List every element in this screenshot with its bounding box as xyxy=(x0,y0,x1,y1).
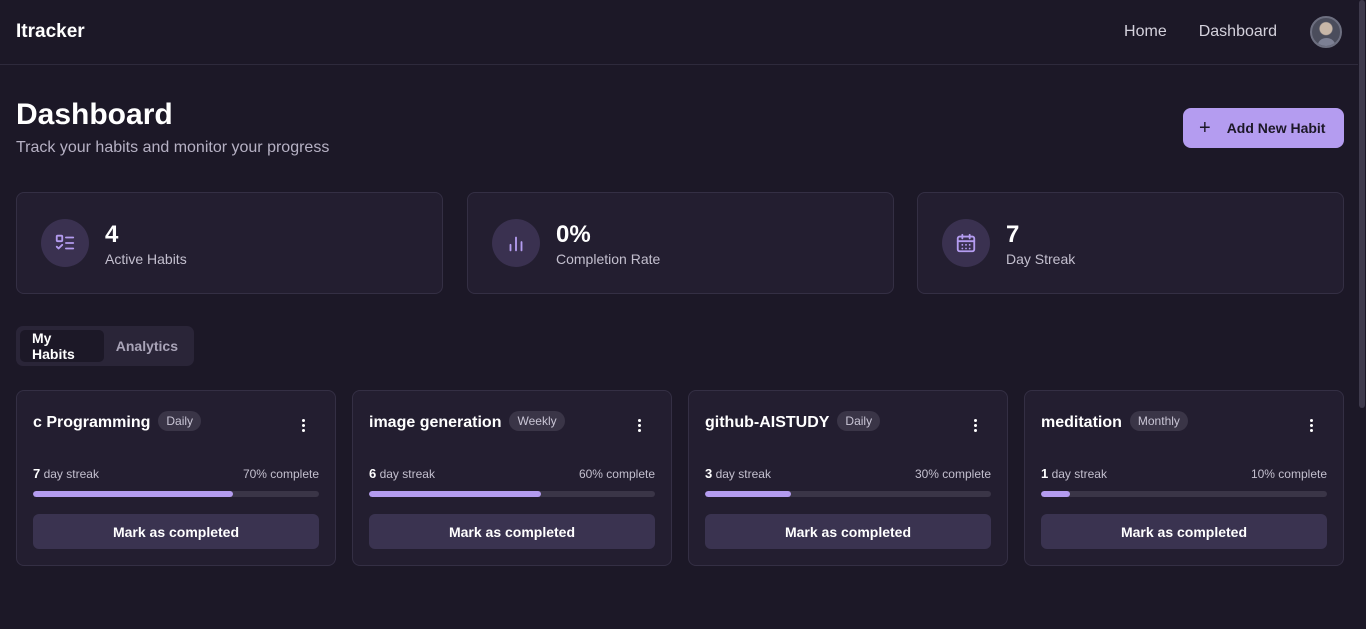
streak-count: 6 xyxy=(369,466,377,481)
progress-fill xyxy=(33,491,234,497)
streak-count: 1 xyxy=(1041,466,1049,481)
progress-bar xyxy=(369,491,655,497)
list-check-icon xyxy=(41,219,89,267)
habit-name: image generation xyxy=(369,414,502,431)
streak-suffix: day streak xyxy=(43,467,99,481)
stat-card-active-habits: 4 Active Habits xyxy=(16,192,443,294)
streak-suffix: day streak xyxy=(1051,467,1107,481)
completion-percent: 10% complete xyxy=(1250,467,1327,481)
nav-link-home[interactable]: Home xyxy=(1124,23,1167,41)
streak-text: 3 day streak xyxy=(705,466,771,481)
scrollbar-thumb[interactable] xyxy=(1359,0,1365,408)
nav-link-dashboard[interactable]: Dashboard xyxy=(1199,23,1277,41)
habit-name: github-AISTUDY xyxy=(705,414,830,431)
stat-label: Day Streak xyxy=(1006,251,1076,267)
stat-value: 7 xyxy=(1006,221,1020,248)
stat-value: 4 xyxy=(105,221,119,248)
scrollbar[interactable] xyxy=(1358,0,1366,629)
completion-percent: 30% complete xyxy=(914,467,991,481)
navbar: Itracker Home Dashboard xyxy=(0,0,1358,65)
streak-text: 7 day streak xyxy=(33,466,99,481)
add-habit-button[interactable]: + Add New Habit xyxy=(1183,108,1344,148)
progress-bar xyxy=(705,491,991,497)
add-habit-label: Add New Habit xyxy=(1226,120,1326,136)
habit-title: github-AISTUDY Daily xyxy=(705,411,881,432)
page-title: Dashboard xyxy=(16,98,173,131)
progress-bar xyxy=(1041,491,1327,497)
frequency-badge: Monthly xyxy=(1129,411,1188,431)
habit-title: c Programming Daily xyxy=(33,411,202,432)
progress-bar xyxy=(33,491,319,497)
habit-title: meditation Monthly xyxy=(1041,411,1188,432)
nav-right: Home Dashboard xyxy=(1092,16,1342,48)
habit-tabs: My Habits Analytics xyxy=(16,326,194,366)
habit-card: github-AISTUDY Daily 3 day streak 30% com… xyxy=(688,390,1008,566)
progress-fill xyxy=(1041,491,1070,497)
streak-count: 7 xyxy=(33,466,41,481)
mark-completed-button[interactable]: Mark as completed xyxy=(33,514,319,549)
tab-analytics[interactable]: Analytics xyxy=(104,330,190,362)
streak-text: 1 day streak xyxy=(1041,466,1107,481)
habit-title: image generation Weekly xyxy=(369,411,565,432)
more-options-icon[interactable] xyxy=(295,415,311,435)
streak-count: 3 xyxy=(705,466,713,481)
habit-name: meditation xyxy=(1041,414,1122,431)
stat-value: 0% xyxy=(556,221,591,248)
tab-my-habits[interactable]: My Habits xyxy=(20,330,104,362)
stat-card-completion-rate: 0% Completion Rate xyxy=(467,192,894,294)
frequency-badge: Daily xyxy=(158,411,202,431)
more-options-icon[interactable] xyxy=(1303,415,1319,435)
streak-text: 6 day streak xyxy=(369,466,435,481)
stat-card-day-streak: 7 Day Streak xyxy=(917,192,1344,294)
completion-percent: 60% complete xyxy=(578,467,655,481)
habit-card: c Programming Daily 7 day streak 70% comp… xyxy=(16,390,336,566)
bar-chart-icon xyxy=(492,219,540,267)
stat-label: Active Habits xyxy=(105,251,187,267)
more-options-icon[interactable] xyxy=(967,415,983,435)
stat-label: Completion Rate xyxy=(556,251,661,267)
plus-icon: + xyxy=(1199,117,1211,139)
frequency-badge: Weekly xyxy=(509,411,565,431)
page-subtitle: Track your habits and monitor your progr… xyxy=(16,139,330,156)
habit-card: meditation Monthly 1 day streak 10% compl… xyxy=(1024,390,1344,566)
avatar[interactable] xyxy=(1310,16,1342,48)
progress-fill xyxy=(369,491,541,497)
streak-suffix: day streak xyxy=(379,467,435,481)
mark-completed-button[interactable]: Mark as completed xyxy=(705,514,991,549)
frequency-badge: Daily xyxy=(837,411,881,431)
completion-percent: 70% complete xyxy=(242,467,319,481)
brand-logo[interactable]: Itracker xyxy=(16,21,85,43)
progress-fill xyxy=(705,491,791,497)
streak-suffix: day streak xyxy=(715,467,771,481)
habit-card: image generation Weekly 6 day streak 60% … xyxy=(352,390,672,566)
mark-completed-button[interactable]: Mark as completed xyxy=(1041,514,1327,549)
calendar-icon xyxy=(942,219,990,267)
mark-completed-button[interactable]: Mark as completed xyxy=(369,514,655,549)
more-options-icon[interactable] xyxy=(631,415,647,435)
habit-name: c Programming xyxy=(33,414,151,431)
